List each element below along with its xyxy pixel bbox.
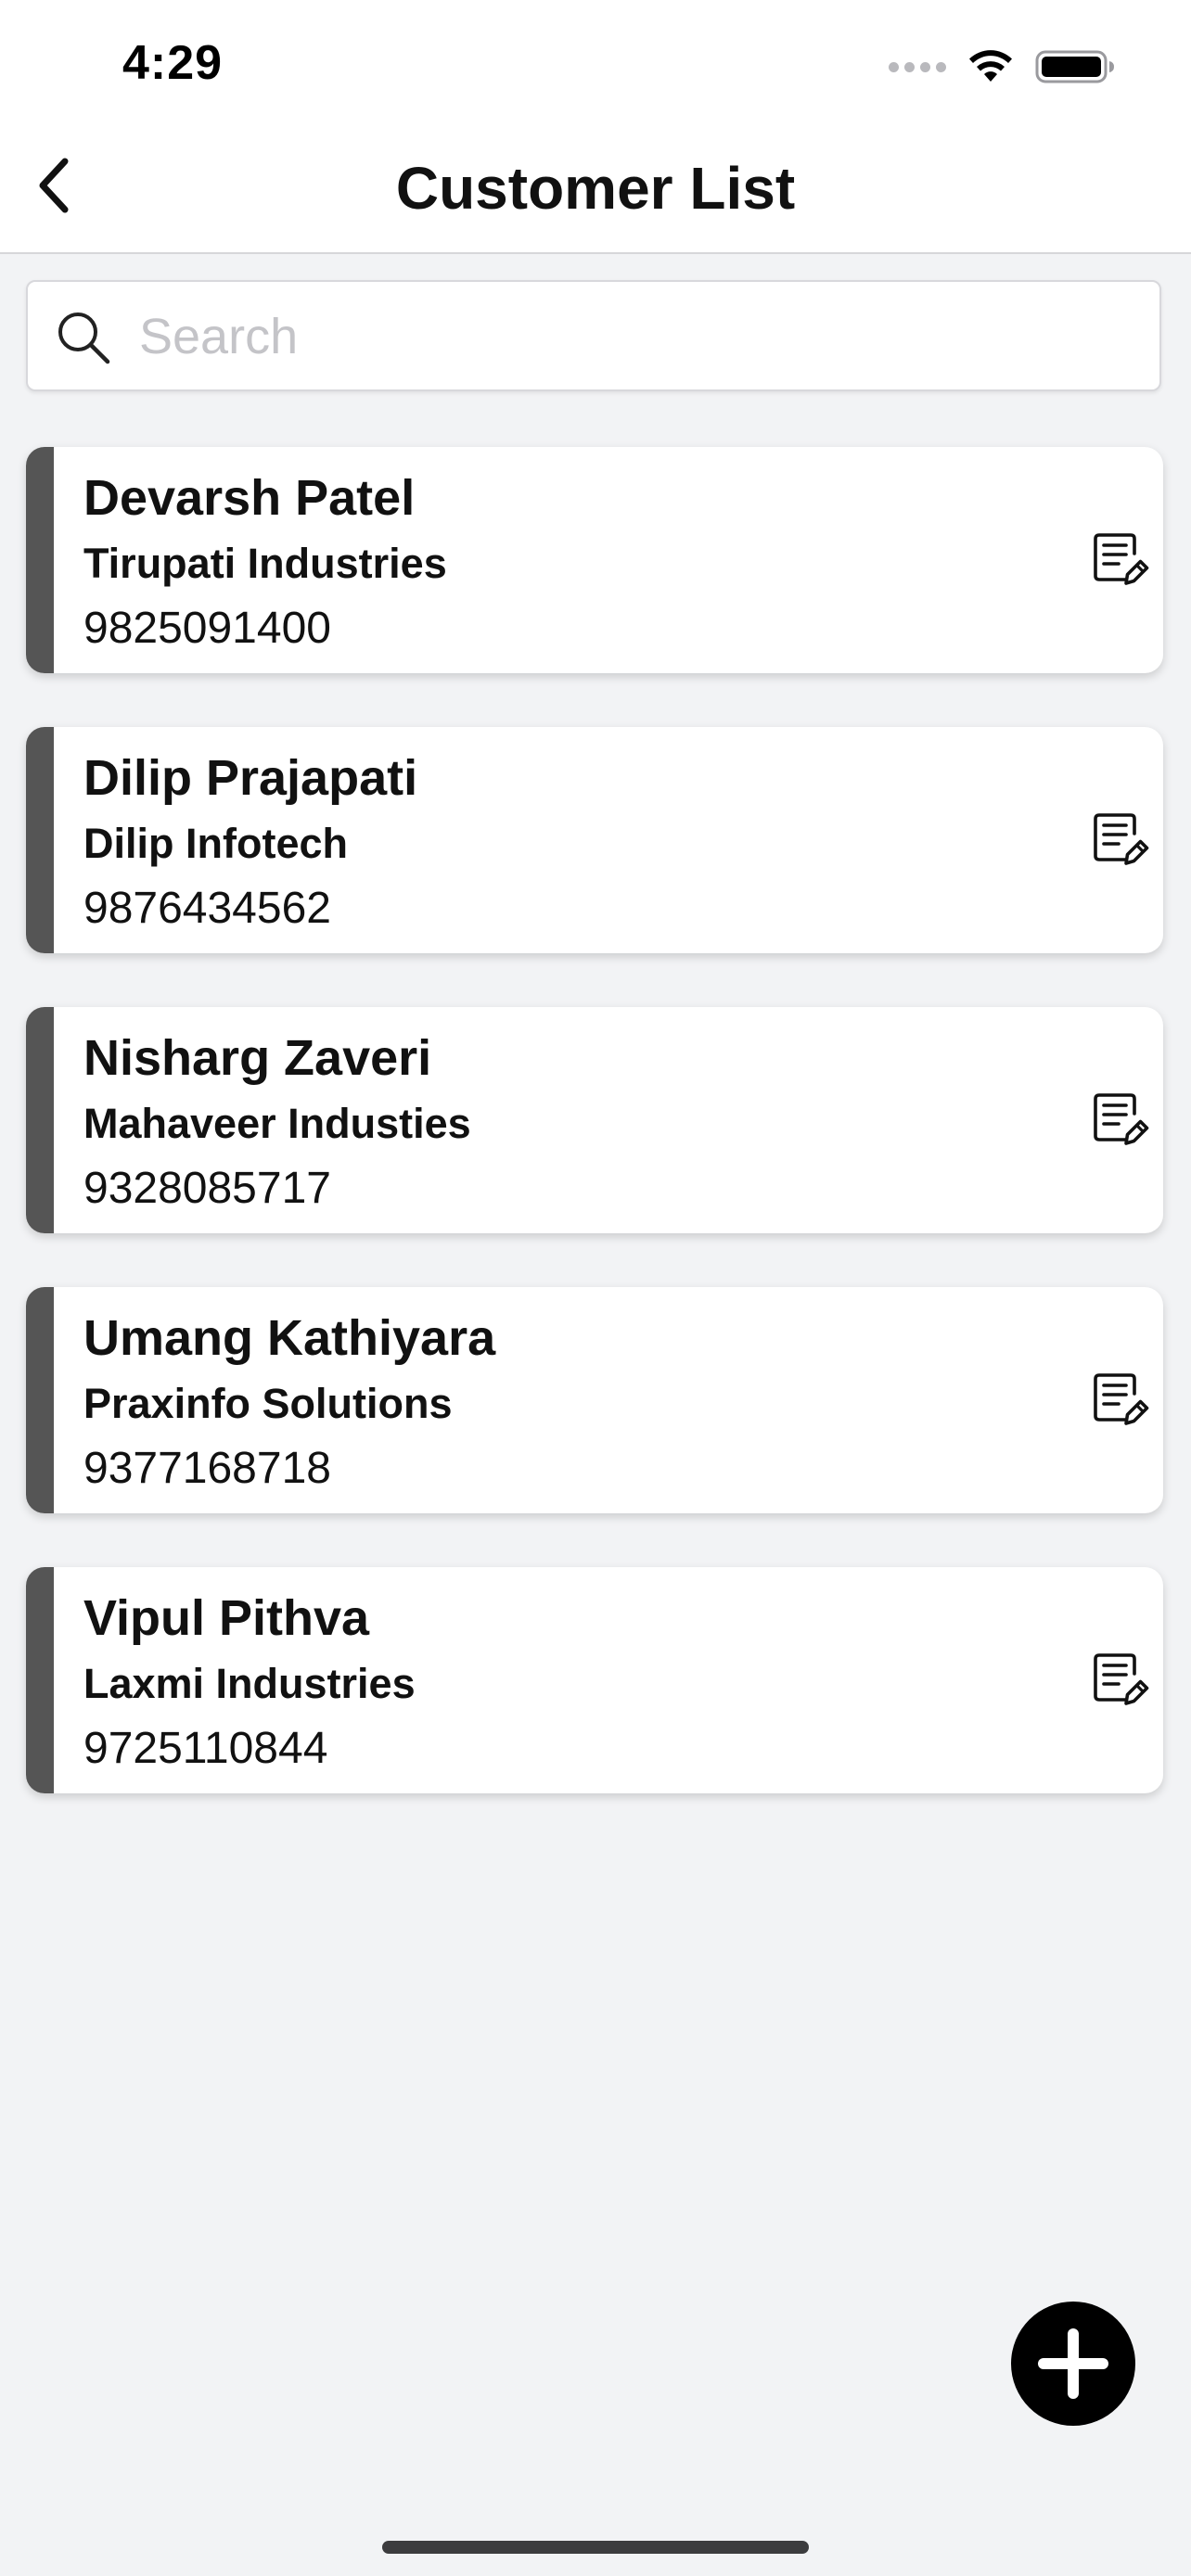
search-icon	[58, 312, 110, 364]
edit-note-icon	[1094, 1093, 1149, 1145]
customer-phone: 9377168718	[83, 1444, 331, 1493]
customer-card[interactable]: Umang Kathiyara Praxinfo Solutions 93771…	[26, 1287, 1163, 1513]
customer-company: Praxinfo Solutions	[83, 1380, 453, 1427]
add-customer-button[interactable]	[1011, 2302, 1135, 2426]
edit-customer-button[interactable]	[1087, 1647, 1152, 1712]
customer-card[interactable]: Vipul Pithva Laxmi Industries 9725110844	[26, 1567, 1163, 1793]
status-bar: 4:29	[0, 0, 1191, 121]
card-accent-bar	[26, 1567, 54, 1793]
customer-card[interactable]: Devarsh Patel Tirupati Industries 982509…	[26, 447, 1163, 673]
search-bar	[26, 280, 1161, 391]
edit-note-icon	[1094, 1653, 1149, 1705]
status-icons	[889, 46, 1115, 87]
edit-note-icon	[1094, 533, 1149, 585]
edit-customer-button[interactable]	[1087, 1087, 1152, 1152]
customer-name: Dilip Prajapati	[83, 750, 418, 806]
edit-customer-button[interactable]	[1087, 527, 1152, 592]
customer-list: Devarsh Patel Tirupati Industries 982509…	[26, 447, 1163, 1847]
customer-company: Laxmi Industries	[83, 1660, 416, 1707]
customer-company: Tirupati Industries	[83, 540, 447, 587]
customer-company: Dilip Infotech	[83, 820, 348, 867]
customer-card[interactable]: Dilip Prajapati Dilip Infotech 987643456…	[26, 727, 1163, 953]
card-accent-bar	[26, 1007, 54, 1233]
customer-phone: 9725110844	[83, 1724, 328, 1773]
home-indicator[interactable]	[382, 2541, 809, 2554]
customer-card[interactable]: Nisharg Zaveri Mahaveer Industies 932808…	[26, 1007, 1163, 1233]
edit-note-icon	[1094, 1373, 1149, 1425]
customer-phone: 9328085717	[83, 1164, 331, 1213]
edit-customer-button[interactable]	[1087, 807, 1152, 872]
customer-name: Vipul Pithva	[83, 1590, 370, 1646]
customer-name: Nisharg Zaveri	[83, 1030, 432, 1086]
card-accent-bar	[26, 727, 54, 953]
search-input[interactable]	[137, 282, 1143, 391]
customer-phone: 9876434562	[83, 884, 331, 933]
edit-customer-button[interactable]	[1087, 1367, 1152, 1432]
plus-icon	[1038, 2328, 1108, 2399]
wifi-icon	[969, 50, 1012, 82]
card-accent-bar	[26, 1287, 54, 1513]
battery-icon	[1035, 50, 1114, 83]
status-time: 4:29	[122, 36, 224, 90]
customer-name: Umang Kathiyara	[83, 1310, 496, 1366]
nav-bar: Customer List	[0, 121, 1191, 254]
page-title: Customer List	[395, 155, 796, 222]
cellular-signal-icon	[889, 61, 946, 72]
customer-company: Mahaveer Industies	[83, 1100, 471, 1147]
edit-note-icon	[1094, 813, 1149, 865]
customer-phone: 9825091400	[83, 604, 331, 653]
card-accent-bar	[26, 447, 54, 673]
customer-name: Devarsh Patel	[83, 470, 416, 526]
